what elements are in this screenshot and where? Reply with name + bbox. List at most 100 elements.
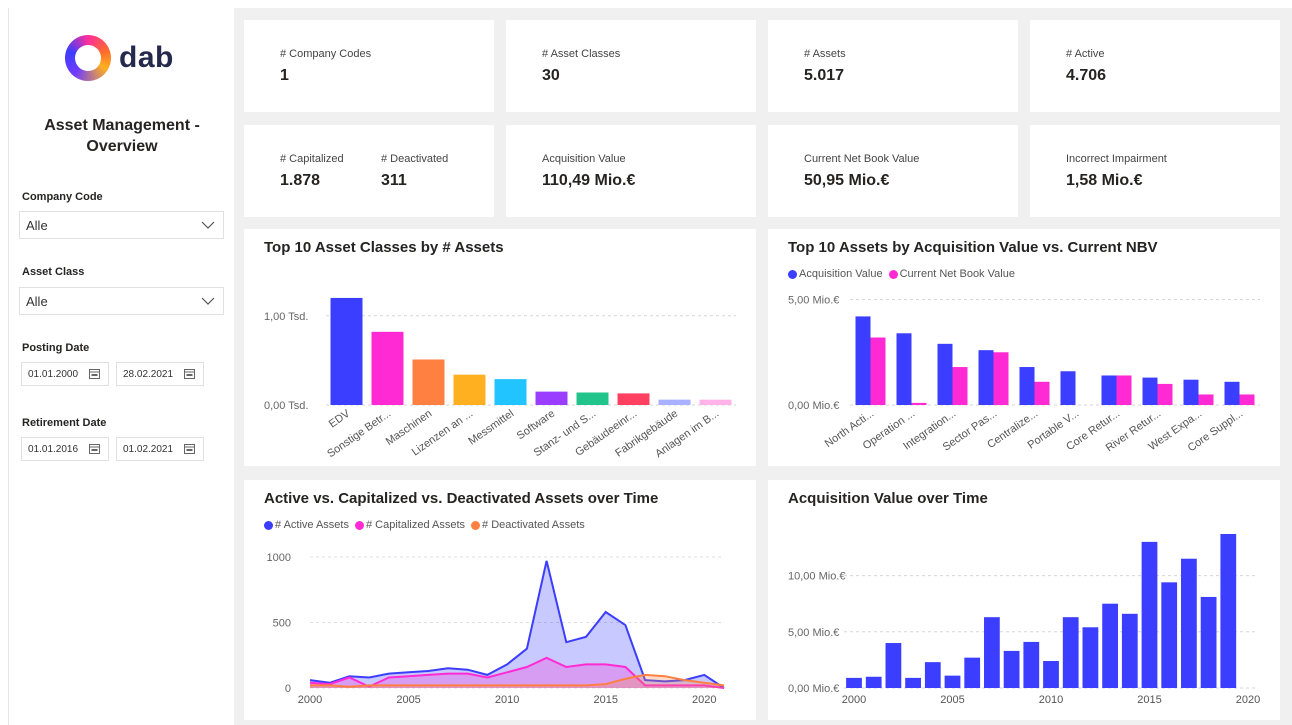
bar — [1003, 650, 1020, 688]
retirement-date-to-value: 01.02.2021 — [123, 443, 174, 455]
x-tick-label: 2005 — [396, 694, 420, 706]
bar — [1034, 381, 1050, 405]
calendar-icon[interactable] — [184, 368, 195, 379]
company-code-dropdown[interactable]: Alle — [19, 211, 224, 239]
asset-class-label: Asset Class — [22, 266, 85, 278]
x-tick-label: 2020 — [1236, 694, 1260, 706]
y-tick-label: 10,00 Mio.€ — [788, 571, 845, 583]
kpi-label: # Assets — [804, 48, 846, 60]
calendar-icon[interactable] — [89, 368, 100, 379]
kpi-card-acquisition-value[interactable]: Acquisition Value 110,49 Mio.€ — [506, 125, 756, 217]
bar — [865, 676, 882, 688]
y-tick-label: 1,00 Tsd. — [264, 311, 308, 323]
retirement-date-from-value: 01.01.2016 — [28, 443, 79, 455]
chart-svg: 0 500 1000 2000 2005 2010 2015 2020 — [267, 552, 725, 706]
company-code-value: Alle — [26, 217, 48, 233]
bar — [1183, 379, 1199, 405]
kpi-card-incorrect-impairment[interactable]: Incorrect Impairment 1,58 Mio.€ — [1030, 125, 1280, 217]
posting-date-from[interactable]: 01.01.2000 — [21, 362, 109, 386]
bar — [1102, 603, 1118, 688]
retirement-date-label: Retirement Date — [22, 417, 107, 429]
x-tick-label: EDV — [327, 407, 353, 430]
chart-assets-over-time[interactable]: Active vs. Capitalized vs. Deactivated A… — [244, 480, 756, 720]
bar — [1141, 541, 1158, 688]
chart-svg: 0,00 Tsd.1,00 Tsd.EDVSonstige Betr...Mas… — [264, 297, 736, 460]
bar — [1023, 641, 1040, 688]
asset-class-value: Alle — [26, 293, 48, 309]
kpi-label: # Company Codes — [280, 48, 372, 60]
kpi-card-assets[interactable]: # Assets 5.017 — [768, 20, 1018, 112]
kpi-value: 4.706 — [1066, 67, 1107, 84]
posting-date-label: Posting Date — [22, 342, 90, 354]
kpi-card-current-nbv[interactable]: Current Net Book Value 50,95 Mio.€ — [768, 125, 1018, 217]
x-tick-label: 2005 — [940, 694, 964, 706]
bar — [885, 643, 902, 688]
y-tick-label: 1000 — [267, 552, 291, 564]
bar — [952, 367, 968, 405]
kpi-card-company-codes[interactable]: # Company Codes 1 — [244, 20, 494, 112]
x-tick-label: 2015 — [593, 694, 617, 706]
chart-acquisition-value-over-time[interactable]: Acquisition Value over Time 0,00 Mio.€ 5,… — [768, 480, 1280, 720]
bar — [1142, 377, 1158, 405]
y-tick-label: 500 — [273, 618, 291, 630]
bar — [846, 677, 862, 688]
bar — [1043, 661, 1059, 688]
retirement-date-from[interactable]: 01.01.2016 — [21, 437, 109, 461]
calendar-icon[interactable] — [89, 443, 100, 454]
x-tick-label: 2000 — [842, 694, 866, 706]
bar — [924, 662, 941, 688]
chart-top10-asset-classes[interactable]: Top 10 Asset Classes by # Assets 0,00 Ts… — [244, 229, 756, 466]
kpi-label: # Asset Classes — [542, 48, 621, 60]
y-tick-label: 5,00 Mio.€ — [788, 295, 839, 307]
bar — [1082, 627, 1099, 688]
kpi-card-asset-classes[interactable]: # Asset Classes 30 — [506, 20, 756, 112]
kpi-label: # Capitalized — [280, 153, 344, 165]
posting-date-to-value: 28.02.2021 — [123, 368, 174, 380]
kpi-card-active[interactable]: # Active 4.706 — [1030, 20, 1280, 112]
report-canvas: # Company Codes 1 # Asset Classes 30 # A… — [234, 8, 1292, 725]
bar — [1121, 613, 1138, 688]
bar — [1239, 394, 1255, 405]
bar — [984, 617, 1000, 688]
dab-logo-icon — [65, 35, 111, 81]
bar — [1181, 558, 1197, 688]
bar — [911, 402, 927, 405]
posting-date-to[interactable]: 28.02.2021 — [116, 362, 204, 386]
asset-class-dropdown[interactable]: Alle — [19, 287, 224, 315]
kpi-card-capitalized-deactivated[interactable]: # Capitalized 1.878 # Deactivated 311 — [244, 125, 494, 217]
brand-logo: dab — [65, 35, 174, 81]
kpi-label: Acquisition Value — [542, 153, 626, 165]
bar — [1019, 367, 1035, 405]
bar — [576, 392, 609, 405]
calendar-icon[interactable] — [184, 443, 195, 454]
bar — [1224, 381, 1240, 405]
x-tick-label: 2000 — [298, 694, 322, 706]
y-tick-label: 0,00 Mio.€ — [788, 400, 839, 412]
bar — [905, 677, 921, 688]
bar — [330, 297, 363, 405]
chevron-down-icon — [201, 221, 215, 229]
bar — [1220, 533, 1237, 688]
bar — [371, 331, 404, 405]
bar — [1062, 617, 1079, 688]
kpi-value: 311 — [381, 172, 407, 189]
bar — [1200, 596, 1217, 688]
chart-top10-assets-acq-vs-nbv[interactable]: Top 10 Assets by Acquisition Value vs. C… — [768, 229, 1280, 466]
retirement-date-to[interactable]: 01.02.2021 — [116, 437, 204, 461]
bar — [937, 343, 953, 405]
bar — [870, 337, 886, 405]
bar — [1060, 371, 1076, 405]
bar — [855, 316, 871, 405]
filter-pane: dab Asset Management - Overview Company … — [8, 8, 234, 725]
kpi-value: 1 — [280, 67, 289, 84]
kpi-label: Current Net Book Value — [804, 153, 920, 165]
bar — [1157, 383, 1173, 405]
bar — [535, 391, 568, 405]
bar — [699, 399, 732, 405]
x-tick-label: Messmittel — [466, 408, 516, 448]
kpi-value: 30 — [542, 67, 560, 84]
bar — [658, 399, 691, 405]
x-tick-label: 2015 — [1137, 694, 1161, 706]
company-code-label: Company Code — [22, 191, 103, 203]
y-tick-label: 0,00 Mio.€ — [788, 683, 839, 695]
